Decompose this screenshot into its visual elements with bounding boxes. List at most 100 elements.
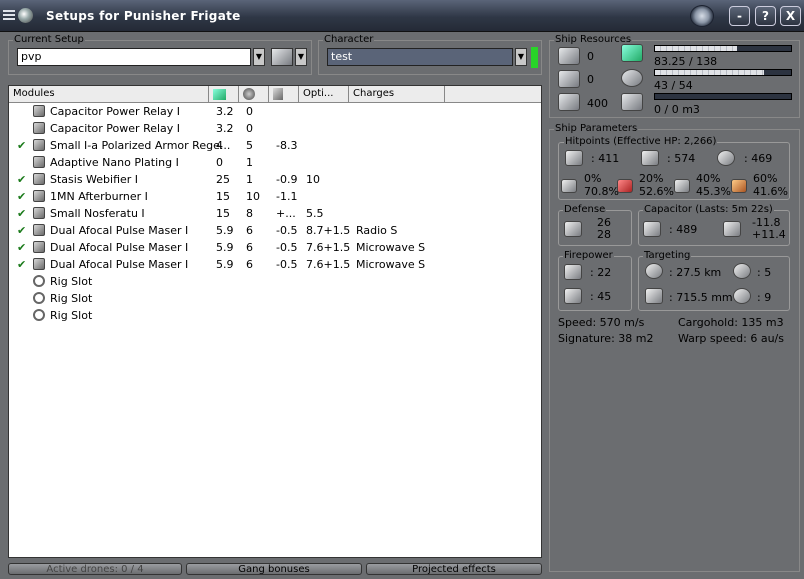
cargohold-value: Cargohold: 135 m3 <box>678 316 784 329</box>
module-row[interactable]: ✔ 1MN Afterburner I 15 10 -1.1 <box>9 188 541 205</box>
module-active-check[interactable]: ✔ <box>17 239 26 256</box>
module-active-check[interactable]: ✔ <box>17 205 26 222</box>
cpu-resource-icon <box>621 44 643 62</box>
module-powergrid: 6 <box>246 224 253 237</box>
window-title: Setups for Punisher Frigate <box>46 9 241 23</box>
setup-dropdown-button[interactable]: ▼ <box>253 48 265 66</box>
module-row[interactable]: Rig Slot <box>9 290 541 307</box>
powergrid-resource-icon <box>621 69 643 87</box>
module-powergrid: 0 <box>246 105 253 118</box>
explosive-resist-icon <box>731 179 747 193</box>
module-powergrid: 5 <box>246 139 253 152</box>
module-powergrid: 0 <box>246 122 253 135</box>
module-active-check[interactable]: ✔ <box>17 222 26 239</box>
modules-list: Capacitor Power Relay I 3.2 0 Capacitor Pow… <box>9 103 541 324</box>
module-row[interactable]: ✔ Dual Afocal Pulse Maser I 5.9 6 -0.5 8.7+1.… <box>9 222 541 239</box>
module-active-check[interactable]: ✔ <box>17 171 26 188</box>
setup-actions-icon[interactable] <box>271 48 293 66</box>
close-button[interactable]: X <box>780 6 801 26</box>
module-row[interactable]: ✔ Stasis Webifier I 25 1 -0.9 10 <box>9 171 541 188</box>
calibration-value: 400 <box>587 97 608 110</box>
module-row[interactable]: Capacitor Power Relay I 3.2 0 <box>9 103 541 120</box>
ship-parameters-group: Ship Parameters Hitpoints (Effective HP:… <box>549 123 800 572</box>
projected-effects-button[interactable]: Projected effects <box>366 563 542 575</box>
module-name: Small I-a Polarized Armor Rege... <box>50 139 231 152</box>
rig-slot-icon <box>33 292 45 304</box>
capacitor-recharge-value: +11.4 <box>752 228 786 241</box>
column-optimal[interactable]: Opti... <box>299 86 349 103</box>
module-powergrid: 1 <box>246 173 253 186</box>
minimize-button[interactable]: - <box>729 6 750 26</box>
structure-hp-icon <box>717 150 735 166</box>
ship-resources-group: Ship Resources 0 0 400 83.25 / 138 43 / … <box>549 34 800 118</box>
module-row[interactable]: Rig Slot <box>9 307 541 324</box>
firepower-top-value: : 22 <box>590 266 612 279</box>
launcher-hardpoints-value: 0 <box>587 73 594 86</box>
shield-hp-value: : 411 <box>591 152 620 165</box>
module-name: Rig Slot <box>50 309 93 322</box>
column-capacitor[interactable] <box>269 86 299 103</box>
character-status-indicator <box>531 47 538 68</box>
help-button[interactable]: ? <box>755 6 776 26</box>
column-cpu[interactable] <box>209 86 239 103</box>
afterburner-icon <box>33 190 45 202</box>
module-row[interactable]: Capacitor Power Relay I 3.2 0 <box>9 120 541 137</box>
module-powergrid: 1 <box>246 156 253 169</box>
turret-hardpoints-value: 0 <box>587 50 594 63</box>
module-name: Dual Afocal Pulse Maser I <box>50 241 189 254</box>
module-row[interactable]: Rig Slot <box>9 273 541 290</box>
powergrid-bar <box>654 69 792 76</box>
setup-select[interactable]: pvp <box>17 48 251 66</box>
webifier-icon <box>33 173 45 185</box>
column-powergrid[interactable] <box>239 86 269 103</box>
status-bar: Active drones: 0 / 4 Gang bonuses Projec… <box>8 563 542 575</box>
module-active-check[interactable]: ✔ <box>17 256 26 273</box>
ship-parameters-label: Ship Parameters <box>554 123 639 135</box>
defense-label: Defense <box>563 204 607 216</box>
drone-bay-icon <box>621 93 643 111</box>
capacitor-label: Capacitor (Lasts: 5m 22s) <box>643 204 774 216</box>
setup-actions-dropdown[interactable]: ▼ <box>295 48 307 66</box>
module-row[interactable]: ✔ Dual Afocal Pulse Maser I 5.9 6 -0.5 7.6+1.… <box>9 239 541 256</box>
hitpoints-label: Hitpoints (Effective HP: 2,266) <box>564 136 718 148</box>
structure-hp-value: : 469 <box>744 152 773 165</box>
current-setup-label: Current Setup <box>13 34 85 46</box>
module-active-check[interactable]: ✔ <box>17 188 26 205</box>
active-drones-button[interactable]: Active drones: 0 / 4 <box>8 563 182 575</box>
character-select[interactable]: test <box>327 48 513 66</box>
dps-icon <box>564 288 582 304</box>
laser-icon <box>33 258 45 270</box>
menu-icon[interactable] <box>3 8 15 22</box>
armor-hp-value: : 574 <box>667 152 696 165</box>
module-row[interactable]: ✔ Small Nosferatu I 15 8 +... 5.5 <box>9 205 541 222</box>
sensor-strength-icon <box>733 288 751 304</box>
module-capacitor: -0.5 <box>276 258 298 271</box>
laser-icon <box>33 224 45 236</box>
character-label: Character <box>323 34 375 46</box>
module-name: Rig Slot <box>50 275 93 288</box>
max-targets-icon <box>733 263 751 279</box>
module-capacitor: -8.3 <box>276 139 298 152</box>
column-modules[interactable]: Modules <box>9 86 209 103</box>
module-cpu: 3.2 <box>216 122 234 135</box>
module-cpu: 3.2 <box>216 105 234 118</box>
column-charges[interactable]: Charges <box>349 86 445 103</box>
armor-hp-icon <box>641 150 659 166</box>
gang-bonuses-button[interactable]: Gang bonuses <box>186 563 362 575</box>
module-row[interactable]: ✔ Dual Afocal Pulse Maser I 5.9 6 -0.5 7.6+1.… <box>9 256 541 273</box>
ship-resources-label: Ship Resources <box>554 34 633 46</box>
cpu-bar <box>654 45 792 52</box>
explosive-resist-base: 60% <box>753 172 778 185</box>
module-row[interactable]: ✔ Small I-a Polarized Armor Rege... 4 5 -8.3 <box>9 137 541 154</box>
eve-logo-icon <box>690 5 714 27</box>
module-cpu: 5.9 <box>216 258 234 271</box>
module-capacitor: -0.9 <box>276 173 298 186</box>
character-dropdown-button[interactable]: ▼ <box>515 48 527 66</box>
module-name: Capacitor Power Relay I <box>50 122 181 135</box>
drone-bay-value: 0 / 0 m3 <box>654 103 700 116</box>
module-row[interactable]: Adaptive Nano Plating I 0 1 <box>9 154 541 171</box>
rig-slot-icon <box>33 275 45 287</box>
current-setup-group: Current Setup pvp ▼ ▼ <box>8 34 312 75</box>
module-active-check[interactable]: ✔ <box>17 137 26 154</box>
module-cpu: 5.9 <box>216 224 234 237</box>
